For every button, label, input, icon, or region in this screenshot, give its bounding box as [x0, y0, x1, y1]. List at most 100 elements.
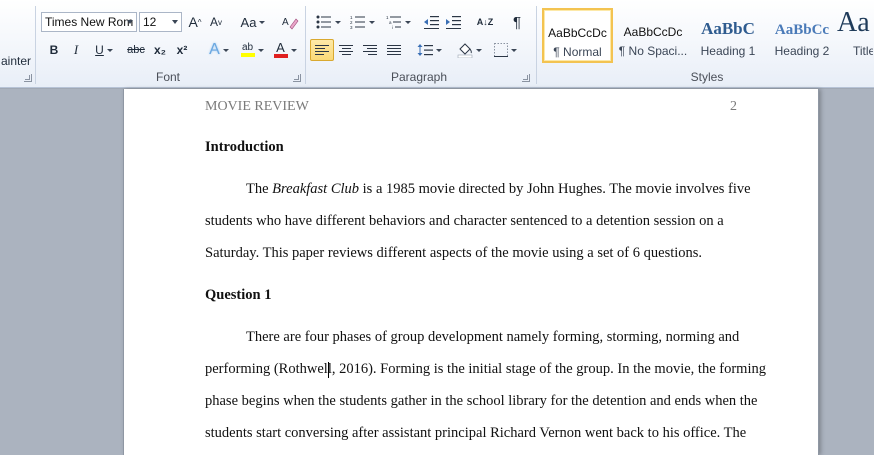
- paragraph-line: students who have different behaviors an…: [205, 213, 724, 229]
- align-left-button[interactable]: [310, 39, 334, 61]
- decrease-indent-button[interactable]: [421, 11, 441, 33]
- style-heading-1[interactable]: AaBbC Heading 1: [690, 8, 766, 63]
- text-run: The: [246, 181, 273, 197]
- highlight-button[interactable]: ab: [236, 39, 268, 61]
- underline-button[interactable]: U: [89, 39, 119, 61]
- subscript-icon: x₂: [153, 43, 166, 57]
- page-number: 2: [730, 99, 737, 114]
- font-color-button[interactable]: A: [270, 39, 300, 61]
- superscript-icon: x²: [176, 43, 188, 57]
- font-size-value: 12: [143, 15, 157, 29]
- group-separator: [536, 6, 537, 84]
- increase-indent-button[interactable]: [443, 11, 463, 33]
- italic-icon: I: [73, 42, 79, 57]
- paragraph-line: There are four phases of group developme…: [246, 329, 740, 345]
- style-title[interactable]: Aa Title: [836, 8, 874, 63]
- question-1-heading: Question 1: [205, 287, 272, 303]
- style-name: Heading 2: [774, 44, 830, 58]
- style-sample: AaBbCcDc: [623, 25, 683, 39]
- style-name: ¶ Normal: [553, 45, 602, 59]
- sort-icon: A↓Z: [476, 17, 494, 27]
- style-sample: Aa: [837, 9, 870, 38]
- text-cursor: [328, 362, 329, 378]
- grow-font-icon: A: [188, 14, 198, 30]
- font-color-bar: [273, 54, 288, 58]
- justify-icon: [387, 45, 401, 55]
- style-name: ¶ No Spaci...: [618, 44, 688, 58]
- grow-font-button[interactable]: A ^: [185, 11, 205, 33]
- font-size-combo[interactable]: 12: [139, 12, 182, 32]
- document-area[interactable]: MOVIE REVIEW 2 Introduction The Breakfas…: [0, 89, 874, 455]
- paragraph-line: students start conversing after assistan…: [205, 425, 747, 441]
- font-name-value: Times New Rom: [45, 15, 134, 29]
- styles-group-label: Styles: [690, 70, 724, 84]
- bold-icon: B: [49, 43, 59, 57]
- paragraph-line: The Breakfast Club is a 1985 movie direc…: [246, 181, 751, 198]
- text-effects-button[interactable]: A: [205, 39, 233, 61]
- sort-button[interactable]: A↓Z: [474, 11, 496, 33]
- shading-button[interactable]: [453, 39, 485, 61]
- ribbon: ainter Times New Rom 12 A ^ Av Aa A B I U…: [0, 0, 874, 88]
- pilcrow-icon: ¶: [512, 13, 522, 31]
- clear-formatting-button[interactable]: A: [279, 11, 301, 33]
- format-painter-label: ainter: [1, 54, 32, 68]
- style-heading-2[interactable]: AaBbCc Heading 2: [764, 8, 840, 63]
- numbering-button[interactable]: 1 2 3: [346, 11, 378, 33]
- paragraph-line: Saturday. This paper reviews different a…: [205, 245, 703, 261]
- paragraph-line: phase begins when the students gather in…: [205, 393, 758, 409]
- intro-heading: Introduction: [205, 139, 284, 155]
- chevron-down-icon: [127, 20, 133, 24]
- paragraph-group-label: Paragraph: [390, 70, 448, 84]
- svg-text:i: i: [392, 25, 393, 29]
- font-name-combo[interactable]: Times New Rom: [41, 12, 137, 32]
- line-spacing-button[interactable]: [414, 39, 444, 61]
- style-normal[interactable]: AaBbCcDc ¶ Normal: [542, 8, 613, 63]
- format-painter-button[interactable]: ainter: [0, 50, 32, 72]
- shrink-font-icon: A: [209, 15, 218, 29]
- document-page[interactable]: MOVIE REVIEW 2 Introduction The Breakfas…: [123, 89, 819, 455]
- align-right-icon: [363, 45, 377, 55]
- font-dialog-launcher[interactable]: [293, 74, 301, 82]
- borders-button[interactable]: [489, 39, 521, 61]
- align-left-icon: [315, 45, 329, 55]
- borders-icon: [493, 43, 508, 57]
- multilevel-list-button[interactable]: 1 a i: [381, 11, 415, 33]
- svg-text:3: 3: [350, 25, 353, 29]
- align-right-button[interactable]: [359, 39, 381, 61]
- movie-title: Breakfast Club: [272, 181, 360, 197]
- font-group-label: Font: [155, 70, 180, 84]
- superscript-button[interactable]: x²: [172, 39, 192, 61]
- strikethrough-icon: abc: [127, 44, 145, 56]
- bold-button[interactable]: B: [44, 39, 64, 61]
- change-case-button[interactable]: Aa: [238, 11, 268, 33]
- subscript-button[interactable]: x₂: [150, 39, 170, 61]
- shrink-font-button[interactable]: Av: [206, 11, 226, 33]
- italic-button[interactable]: I: [66, 39, 86, 61]
- paint-bucket-icon: [457, 42, 472, 58]
- decrease-indent-icon: [424, 16, 439, 29]
- underline-icon: U: [95, 43, 104, 57]
- font-color-glyph: A: [276, 40, 285, 55]
- text-run: is a 1985 movie directed by John Hughes.…: [359, 181, 751, 197]
- align-center-icon: [339, 45, 353, 55]
- style-sample: AaBbCcDc: [548, 26, 607, 40]
- highlight-glyph: ab: [241, 42, 254, 53]
- group-separator: [35, 6, 36, 84]
- highlight-icon: ab: [240, 42, 255, 57]
- show-formatting-marks-button[interactable]: ¶: [506, 11, 528, 33]
- numbering-icon: 1 2 3: [350, 15, 365, 29]
- bullets-button[interactable]: [312, 11, 344, 33]
- paragraph-line: performing (Rothwell, 2016). Forming is …: [205, 361, 766, 377]
- strikethrough-button[interactable]: abc: [124, 39, 148, 61]
- multilevel-list-icon: 1 a i: [386, 15, 401, 29]
- clear-formatting-icon: A: [282, 17, 299, 30]
- change-case-icon: Aa: [240, 14, 257, 30]
- align-center-button[interactable]: [335, 39, 357, 61]
- justify-button[interactable]: [383, 39, 405, 61]
- svg-text:A: A: [282, 17, 289, 28]
- paragraph-dialog-launcher[interactable]: [522, 74, 530, 82]
- style-no-spacing[interactable]: AaBbCcDc ¶ No Spaci...: [615, 8, 691, 63]
- style-name: Title: [853, 44, 873, 58]
- style-sample: AaBbC: [701, 19, 755, 38]
- clipboard-dialog-launcher[interactable]: [24, 74, 32, 82]
